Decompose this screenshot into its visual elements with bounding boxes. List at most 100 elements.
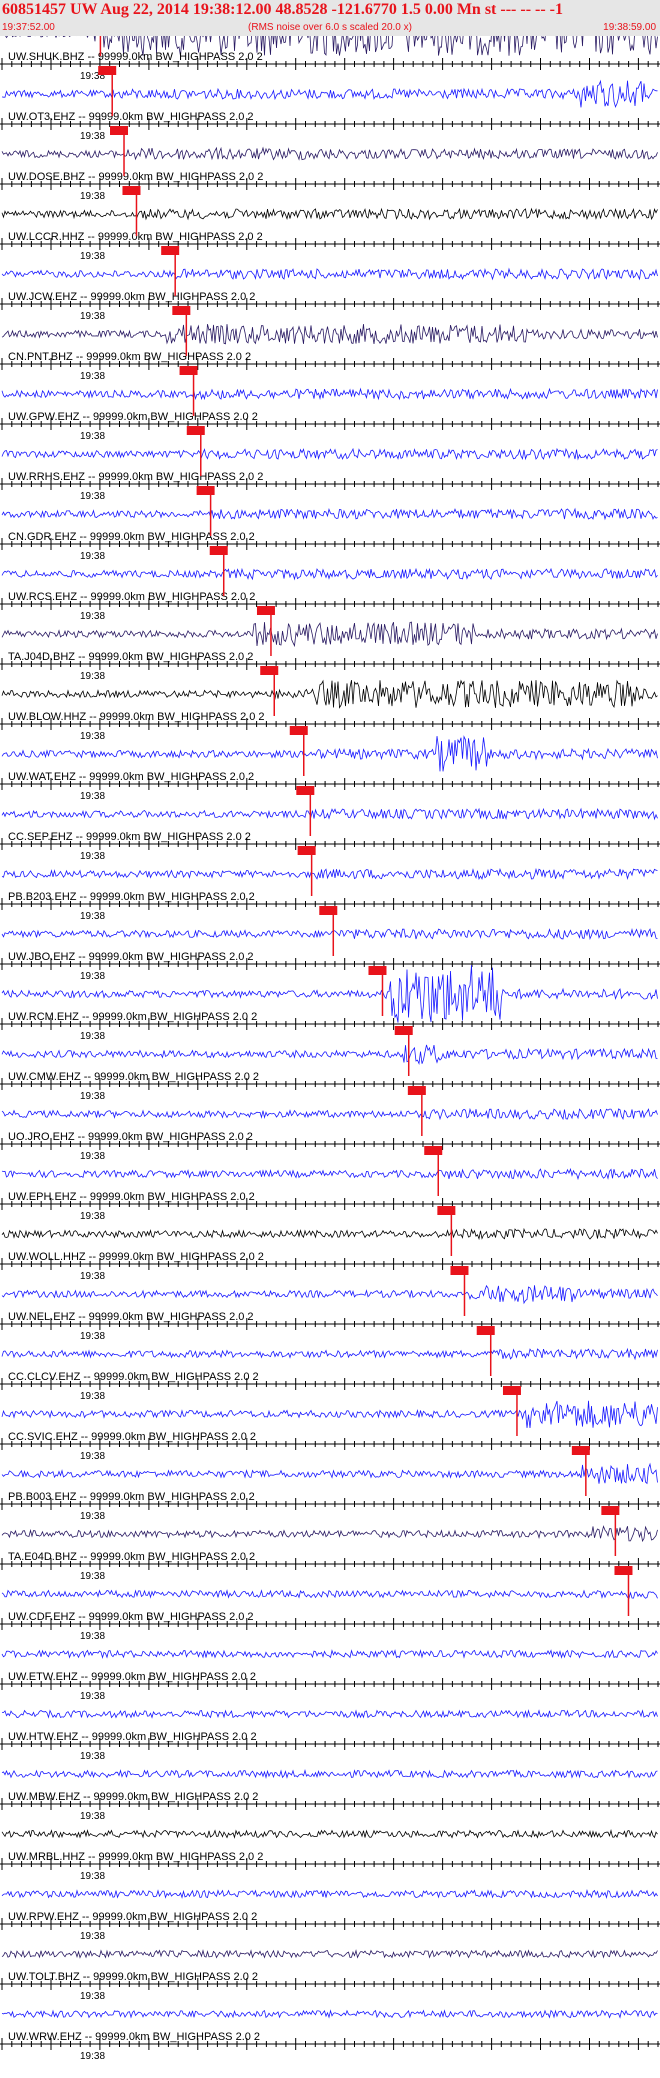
pick-marker <box>368 966 387 975</box>
minute-label: 19:38 <box>80 1451 105 1462</box>
station-label: CC.SVIC.EHZ -- 99999.0km BW_HIGHPASS 2.0… <box>8 1431 256 1443</box>
station-label: UW.NEL.EHZ -- 99999.0km BW_HIGHPASS 2.0 … <box>8 1311 254 1323</box>
waveform-11 <box>1 679 658 709</box>
pick-marker <box>601 1506 620 1515</box>
station-label: UW.JCW.EHZ -- 99999.0km BW_HIGHPASS 2.0 … <box>8 291 255 303</box>
minute-label: 19:38 <box>80 731 105 742</box>
pick-marker <box>186 426 205 435</box>
minute-label: 19:38 <box>80 1931 105 1942</box>
minute-label: 19:38 <box>80 251 105 262</box>
station-label: UW.HTW.EHZ -- 99999.0km BW_HIGHPASS 2.0 … <box>8 1731 257 1743</box>
minute-label: 19:38 <box>80 671 105 682</box>
pick-marker <box>209 546 228 555</box>
waveform-13 <box>1 807 658 821</box>
station-label: UW.RRHS.EHZ -- 99999.0km BW_HIGHPASS 2.0… <box>8 471 263 483</box>
waveform-1 <box>1 79 658 108</box>
station-label: UW.ETW.EHZ -- 99999.0km BW_HIGHPASS 2.0 … <box>8 1671 256 1683</box>
minute-label: 19:38 <box>80 1991 105 2002</box>
pick-marker <box>502 1386 521 1395</box>
minute-label: 19:38 <box>80 971 105 982</box>
minute-label: 19:38 <box>80 1871 105 1882</box>
waveform-28 <box>1 1709 658 1719</box>
station-label: UW.RCM.EHZ -- 99999.0km BW_HIGHPASS 2.0 … <box>8 1011 257 1023</box>
minute-label: 19:38 <box>80 2051 105 2062</box>
pick-marker <box>296 786 315 795</box>
waveform-21 <box>1 1284 658 1305</box>
station-label: UW.WRW.EHZ -- 99999.0km BW_HIGHPASS 2.0 … <box>8 2031 260 2043</box>
minute-label: 19:38 <box>80 1031 105 1042</box>
minute-label: 19:38 <box>80 1511 105 1522</box>
pick-marker <box>319 906 338 915</box>
station-label: TA.J04D.BHZ -- 99999.0km BW_HIGHPASS 2.0… <box>8 651 253 663</box>
station-label: PB.B003.EHZ -- 99999.0km BW_HIGHPASS 2.0… <box>8 1491 255 1503</box>
pick-marker <box>297 846 316 855</box>
station-label: UW.TOLT.BHZ -- 99999.0km BW_HIGHPASS 2.0… <box>8 1971 258 1983</box>
pick-marker <box>424 1146 443 1155</box>
waveform-32 <box>1 1949 658 1959</box>
minute-label: 19:38 <box>80 791 105 802</box>
waveform-15 <box>1 928 658 940</box>
minute-label: 19:38 <box>80 911 105 922</box>
waveform-10 <box>1 621 658 648</box>
minute-label: 19:38 <box>80 1691 105 1702</box>
station-label: CC.CLCV.EHZ -- 99999.0km BW_HIGHPASS 2.0… <box>8 1371 259 1383</box>
minute-label: 19:38 <box>80 491 105 502</box>
station-label: UW.RPW.EHZ -- 99999.0km BW_HIGHPASS 2.0 … <box>8 1911 257 1923</box>
minute-label: 19:38 <box>80 1331 105 1342</box>
pick-marker <box>161 246 180 255</box>
minute-label: 19:38 <box>80 551 105 562</box>
waveform-22 <box>1 1347 658 1361</box>
waveform-27 <box>1 1649 658 1659</box>
station-label: UW.OT3.EHZ -- 99999.0km BW_HIGHPASS 2.0 … <box>8 111 254 123</box>
time-range-bar: 19:37:52.00 (RMS noise over 6.0 s scaled… <box>0 20 660 36</box>
waveform-18 <box>1 1107 658 1121</box>
waveform-26 <box>1 1589 658 1599</box>
end-time: 19:38:59.00 <box>603 22 656 33</box>
station-label: UW.MBW.EHZ -- 99999.0km BW_HIGHPASS 2.0 … <box>8 1791 258 1803</box>
minute-label: 19:38 <box>80 851 105 862</box>
station-label: UW.CDF.EHZ -- 99999.0km BW_HIGHPASS 2.0 … <box>8 1611 254 1623</box>
minute-label: 19:38 <box>80 1151 105 1162</box>
minute-label: 19:38 <box>80 311 105 322</box>
station-label: UO.JRO.EHZ -- 99999.0km BW_HIGHPASS 2.0 … <box>8 1131 253 1143</box>
pick-marker <box>394 1026 413 1035</box>
station-label: UW.GPW.EHZ -- 99999.0km BW_HIGHPASS 2.0 … <box>8 411 258 423</box>
waveform-2 <box>1 146 658 161</box>
minute-label: 19:38 <box>80 191 105 202</box>
station-label: PB.B203.EHZ -- 99999.0km BW_HIGHPASS 2.0… <box>8 891 255 903</box>
station-label: UW.LCCR.HHZ -- 99999.0km BW_HIGHPASS 2.0… <box>8 231 263 243</box>
station-label: UW.EPH.EHZ -- 99999.0km BW_HIGHPASS 2.0 … <box>8 1191 255 1203</box>
pick-marker <box>196 486 215 495</box>
pick-marker <box>110 126 129 135</box>
minute-label: 19:38 <box>80 1091 105 1102</box>
seismogram-plot: UW.SHUK.BHZ -- 99999.0km BW_HIGHPASS 2.0… <box>0 36 660 2062</box>
station-label: UW.RCS.EHZ -- 99999.0km BW_HIGHPASS 2.0 … <box>8 591 255 603</box>
waveform-14 <box>1 867 658 880</box>
pick-marker <box>437 1206 456 1215</box>
waveform-4 <box>1 267 658 281</box>
waveform-31 <box>1 1889 658 1900</box>
waveform-20 <box>1 1227 658 1241</box>
pick-marker <box>256 606 275 615</box>
station-label: CC.SEP.EHZ -- 99999.0km BW_HIGHPASS 2.0 … <box>8 831 251 843</box>
minute-label: 19:38 <box>80 1271 105 1282</box>
minute-label: 19:38 <box>80 611 105 622</box>
pick-marker <box>614 1566 633 1575</box>
pick-marker <box>407 1086 426 1095</box>
station-label: UW.SHUK.BHZ -- 99999.0km BW_HIGHPASS 2.0… <box>8 51 263 63</box>
scale-note: (RMS noise over 6.0 s scaled 20.0 x) <box>248 22 412 33</box>
minute-label: 19:38 <box>80 371 105 382</box>
minute-label: 19:38 <box>80 1391 105 1402</box>
station-label: TA.E04D.BHZ -- 99999.0km BW_HIGHPASS 2.0… <box>8 1551 255 1563</box>
pick-marker <box>172 306 191 315</box>
waveform-23 <box>1 1400 658 1428</box>
station-label: CN.PNT.BHZ -- 99999.0km BW_HIGHPASS 2.0 … <box>8 351 251 363</box>
waveform-8 <box>1 507 658 521</box>
waveform-30 <box>1 1829 658 1839</box>
minute-label: 19:38 <box>80 131 105 142</box>
minute-label: 19:38 <box>80 431 105 442</box>
station-label: UW.MRBL.HHZ -- 99999.0km BW_HIGHPASS 2.0… <box>8 1851 263 1863</box>
header-bar: 60851457 UW Aug 22, 2014 19:38:12.00 48.… <box>0 0 660 36</box>
waveform-6 <box>1 387 658 401</box>
waveform-7 <box>1 447 658 461</box>
